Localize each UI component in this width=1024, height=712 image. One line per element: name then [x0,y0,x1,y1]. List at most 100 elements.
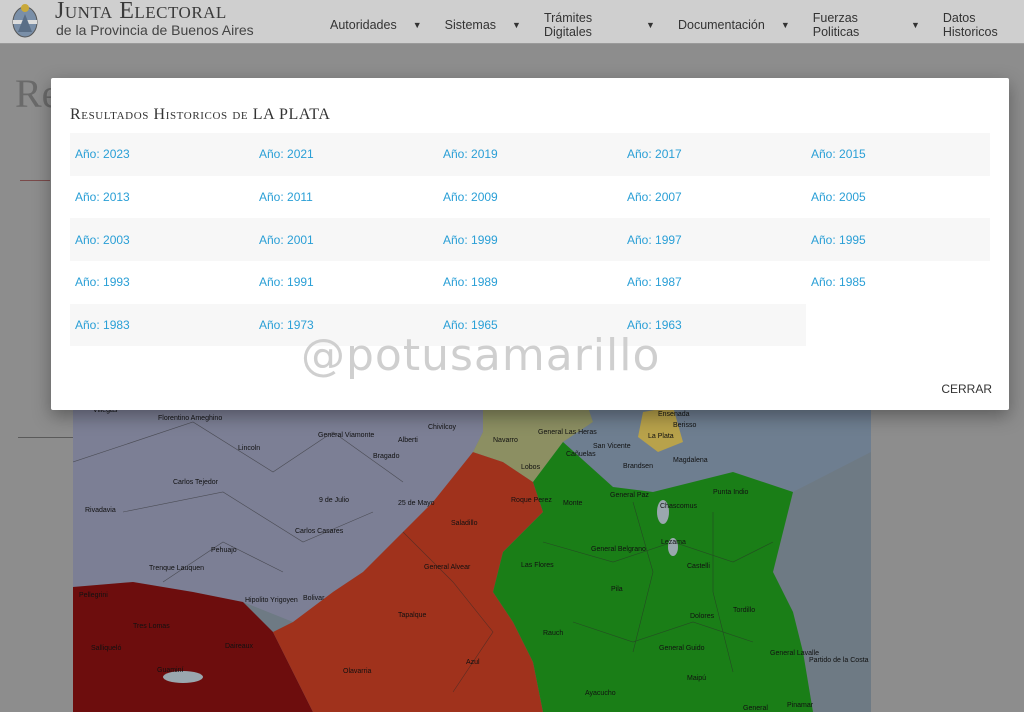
nav-sistemas[interactable]: Sistemas ▼ [445,11,521,39]
svg-text:Ayacucho: Ayacucho [585,690,616,697]
svg-text:Lincoln: Lincoln [238,445,260,452]
svg-text:General Las Heras: General Las Heras [538,429,597,436]
svg-text:General Guido: General Guido [659,645,705,652]
year-link[interactable]: Año: 2001 [254,218,438,261]
empty-cell [806,303,990,347]
caret-down-icon: ▼ [512,20,521,30]
province-results-map[interactable]: Villegas Florentino Ameghino Lincoln Gen… [73,392,871,712]
year-link[interactable]: Año: 2017 [622,133,806,176]
caret-down-icon: ▼ [780,20,790,30]
svg-text:La Plata: La Plata [648,433,674,440]
svg-text:Navarro: Navarro [493,437,518,444]
nav-tramites-digitales[interactable]: Trámites Digitales ▼ [544,11,655,39]
svg-text:Alberti: Alberti [398,437,418,444]
svg-text:Punta Indio: Punta Indio [713,489,749,496]
year-row: Año: 2003 Año: 2001 Año: 1999 Año: 1997 … [70,218,990,262]
year-link[interactable]: Año: 2005 [806,176,990,219]
svg-text:Trenque Lauquen: Trenque Lauquen [149,565,204,572]
svg-text:Azul: Azul [466,659,480,666]
year-link[interactable]: Año: 1993 [70,261,254,304]
svg-text:Salliqueló: Salliqueló [91,645,121,652]
svg-text:Pehuajo: Pehuajo [211,547,237,554]
year-link[interactable]: Año: 1989 [438,261,622,304]
svg-text:Guaminí: Guaminí [157,667,184,674]
year-link[interactable]: Año: 2011 [254,176,438,219]
nav-fuerzas-politicas[interactable]: Fuerzas Politicas ▼ [813,11,920,39]
svg-text:Las Flores: Las Flores [521,562,554,569]
svg-text:Pinamar: Pinamar [787,702,814,709]
svg-text:General: General [743,705,768,712]
nav-label: Documentación [677,18,765,32]
svg-text:Partido de la Costa: Partido de la Costa [809,657,869,664]
caret-down-icon: ▼ [910,20,920,30]
svg-text:9 de Julio: 9 de Julio [319,497,349,504]
svg-text:Tapalque: Tapalque [398,612,427,619]
svg-text:Ensenada: Ensenada [658,411,690,418]
svg-text:Tres Lomas: Tres Lomas [133,623,170,630]
svg-text:Hipolito Yrigoyen: Hipolito Yrigoyen [245,597,298,604]
site-header: Junta Electoral de la Provincia de Bueno… [0,0,1024,44]
svg-text:Cañuelas: Cañuelas [566,451,596,458]
nav-label: Autoridades [330,18,397,32]
svg-text:San Vicente: San Vicente [593,443,631,450]
svg-text:Pellegrini: Pellegrini [79,592,108,599]
year-link[interactable]: Año: 2023 [70,133,254,176]
svg-text:Chivilcoy: Chivilcoy [428,424,457,431]
year-link[interactable]: Año: 1983 [70,303,254,347]
svg-text:Carlos Casares: Carlos Casares [295,528,344,535]
divider [18,437,73,438]
year-link[interactable]: Año: 1991 [254,261,438,304]
svg-text:Maipú: Maipú [687,675,706,682]
nav-label: Fuerzas Politicas [812,11,860,39]
svg-text:Daireaux: Daireaux [225,643,254,650]
year-link[interactable]: Año: 2007 [622,176,806,219]
modal-title: Resultados Historicos de LA PLATA [70,106,331,123]
provincial-emblem-icon[interactable] [10,2,40,40]
close-button[interactable]: CERRAR [941,382,992,396]
svg-text:Magdalena: Magdalena [673,457,708,464]
nav-datos-historicos[interactable]: Datos Historicos [943,11,1024,39]
year-link[interactable]: Año: 2009 [438,176,622,219]
svg-text:Olavarria: Olavarria [343,668,372,675]
svg-text:Bragado: Bragado [373,453,400,460]
year-link[interactable]: Año: 1985 [806,261,990,304]
svg-text:General Viamonte: General Viamonte [318,432,374,439]
year-row: Año: 2013 Año: 2011 Año: 2009 Año: 2007 … [70,176,990,219]
svg-text:Carlos Tejedor: Carlos Tejedor [173,479,219,486]
svg-text:Roque Perez: Roque Perez [511,497,552,504]
svg-text:Rauch: Rauch [543,630,563,637]
svg-text:Dolores: Dolores [690,613,715,620]
year-row: Año: 2023 Año: 2021 Año: 2019 Año: 2017 … [70,133,990,176]
svg-text:Lezama: Lezama [661,539,686,546]
svg-text:Pila: Pila [611,586,623,593]
year-link[interactable]: Año: 2021 [254,133,438,176]
year-link[interactable]: Año: 1999 [438,218,622,261]
main-nav: Autoridades ▼ Sistemas ▼ Trámites Digita… [330,11,1024,39]
svg-text:Berisso: Berisso [673,422,696,429]
divider [20,180,50,181]
svg-text:Chascomus: Chascomus [660,503,697,510]
svg-text:General Lavalle: General Lavalle [770,650,819,657]
historical-results-modal: Resultados Historicos de LA PLATA Año: 2… [51,78,1009,410]
svg-text:Tordillo: Tordillo [733,607,755,614]
svg-text:Florentino Ameghino: Florentino Ameghino [158,415,222,422]
year-link[interactable]: Año: 2013 [70,176,254,219]
nav-autoridades[interactable]: Autoridades ▼ [330,11,422,39]
year-link[interactable]: Año: 1987 [622,261,806,304]
svg-text:General Alvear: General Alvear [424,564,471,571]
nav-label: Sistemas [444,18,497,32]
watermark: @potusamarillo [301,330,661,381]
year-link[interactable]: Año: 2015 [806,133,990,176]
site-subtitle: de la Provincia de Buenos Aires [56,22,254,38]
year-link[interactable]: Año: 2019 [438,133,622,176]
nav-label: Trámites Digitales [543,11,593,39]
year-link[interactable]: Año: 1995 [806,218,990,261]
svg-text:25 de Mayo: 25 de Mayo [398,500,435,507]
caret-down-icon: ▼ [412,20,422,30]
year-link[interactable]: Año: 1997 [622,218,806,261]
year-link[interactable]: Año: 2003 [70,218,254,261]
svg-text:Brandsen: Brandsen [623,463,653,470]
svg-text:Lobos: Lobos [521,464,541,471]
nav-documentacion[interactable]: Documentación ▼ [678,11,790,39]
svg-text:Rivadavia: Rivadavia [85,507,116,514]
